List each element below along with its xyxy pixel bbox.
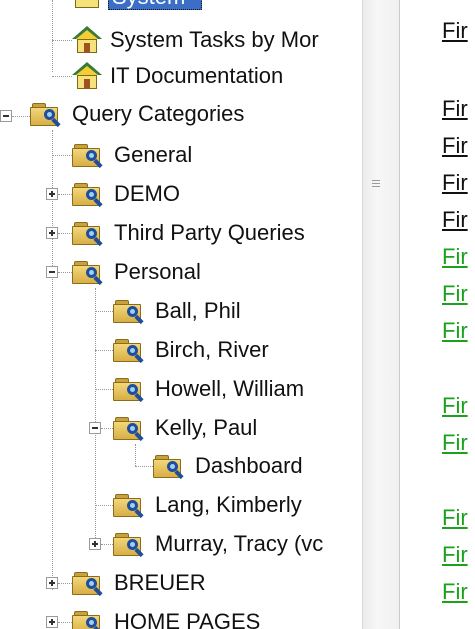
tree-node-it-documentation[interactable]: IT Documentation xyxy=(72,58,283,94)
tree-node-label: Dashboard xyxy=(195,453,303,478)
tree-node-label: HOME PAGES xyxy=(114,609,261,629)
link-item[interactable]: Fir xyxy=(442,393,468,419)
expand-toggle[interactable] xyxy=(46,227,58,239)
home-icon xyxy=(72,62,102,90)
query-folder-icon xyxy=(113,532,147,558)
tree-node-kelly-paul[interactable]: Kelly, Paul xyxy=(113,410,257,446)
query-folder-icon xyxy=(153,454,187,480)
tree-node-murray-tracy[interactable]: Murray, Tracy (vc xyxy=(113,526,323,562)
detail-pane: Fir Fir Fir Fir Fir Fir Fir Fir Fir Fir … xyxy=(400,0,475,629)
link-item[interactable]: Fir xyxy=(442,133,468,159)
query-folder-icon xyxy=(72,260,106,286)
link-item[interactable]: Fir xyxy=(442,207,468,233)
expand-toggle[interactable] xyxy=(46,577,58,589)
tree-node-system-selected[interactable]: System xyxy=(108,0,202,10)
query-folder-icon xyxy=(113,493,147,519)
tree-node-label: System Tasks by Mor xyxy=(110,27,319,52)
query-folder-icon xyxy=(113,338,147,364)
link-item[interactable]: Fir xyxy=(442,430,468,456)
tree-node-personal[interactable]: Personal xyxy=(72,254,201,290)
tree-node-ball-phil[interactable]: Ball, Phil xyxy=(113,293,241,329)
tree-node-dashboard[interactable]: Dashboard xyxy=(153,448,303,484)
tree-node-home-pages[interactable]: HOME PAGES xyxy=(72,604,260,629)
tree-node-label: BREUER xyxy=(114,570,206,595)
link-item[interactable]: Fir xyxy=(442,318,468,344)
tree-node-birch-river[interactable]: Birch, River xyxy=(113,332,269,368)
tree-node-label: Howell, William xyxy=(155,376,305,401)
expand-toggle[interactable] xyxy=(46,616,58,628)
tree-node-howell-william[interactable]: Howell, William xyxy=(113,371,304,407)
query-folder-icon xyxy=(72,182,106,208)
tree-node-label: Ball, Phil xyxy=(155,298,241,323)
tree-node-demo[interactable]: DEMO xyxy=(72,176,180,212)
collapse-toggle[interactable] xyxy=(89,422,101,434)
tree-node-label: DEMO xyxy=(114,181,180,206)
tree-node-label: Query Categories xyxy=(72,101,245,126)
collapse-toggle[interactable] xyxy=(46,266,58,278)
tree-node-label: System xyxy=(109,0,185,9)
link-item[interactable]: Fir xyxy=(442,244,468,270)
system-icon xyxy=(75,0,99,10)
tree-node-label: Third Party Queries xyxy=(114,220,305,245)
tree-node-label: General xyxy=(114,142,193,167)
tree-node-query-categories[interactable]: Query Categories xyxy=(30,96,244,132)
tree-node-label: IT Documentation xyxy=(110,63,284,88)
query-folder-icon xyxy=(72,143,106,169)
link-item[interactable]: Fir xyxy=(442,170,468,196)
tree-node-label: Murray, Tracy (vc xyxy=(155,531,324,556)
home-icon xyxy=(72,26,102,54)
link-item[interactable]: Fir xyxy=(442,579,468,605)
link-item[interactable]: Fir xyxy=(442,505,468,531)
query-folder-icon xyxy=(72,571,106,597)
link-item[interactable]: Fir xyxy=(442,542,468,568)
splitter-grip-icon xyxy=(372,180,380,190)
tree-node-label: Kelly, Paul xyxy=(155,415,258,440)
link-item[interactable]: Fir xyxy=(442,18,468,44)
query-folder-icon xyxy=(113,299,147,325)
tree-node-third-party-queries[interactable]: Third Party Queries xyxy=(72,215,305,251)
collapse-toggle[interactable] xyxy=(0,110,12,122)
query-folder-icon xyxy=(72,610,106,629)
query-folder-icon xyxy=(113,416,147,442)
tree-node-lang-kimberly[interactable]: Lang, Kimberly xyxy=(113,487,302,523)
query-folder-icon xyxy=(30,102,64,128)
tree-pane[interactable]: System System Tasks by Mor IT Documentat… xyxy=(0,0,362,629)
expand-toggle[interactable] xyxy=(89,538,101,550)
expand-toggle[interactable] xyxy=(46,188,58,200)
tree-node-label: Birch, River xyxy=(155,337,269,362)
tree-node-general[interactable]: General xyxy=(72,137,192,173)
tree-node-breuer[interactable]: BREUER xyxy=(72,565,206,601)
tree-node-label: Personal xyxy=(114,259,201,284)
query-folder-icon xyxy=(113,377,147,403)
pane-splitter[interactable] xyxy=(362,0,400,629)
tree-node-system-tasks[interactable]: System Tasks by Mor xyxy=(72,22,319,58)
tree-node-label: Lang, Kimberly xyxy=(155,492,302,517)
query-folder-icon xyxy=(72,221,106,247)
link-item[interactable]: Fir xyxy=(442,281,468,307)
link-item[interactable]: Fir xyxy=(442,96,468,122)
